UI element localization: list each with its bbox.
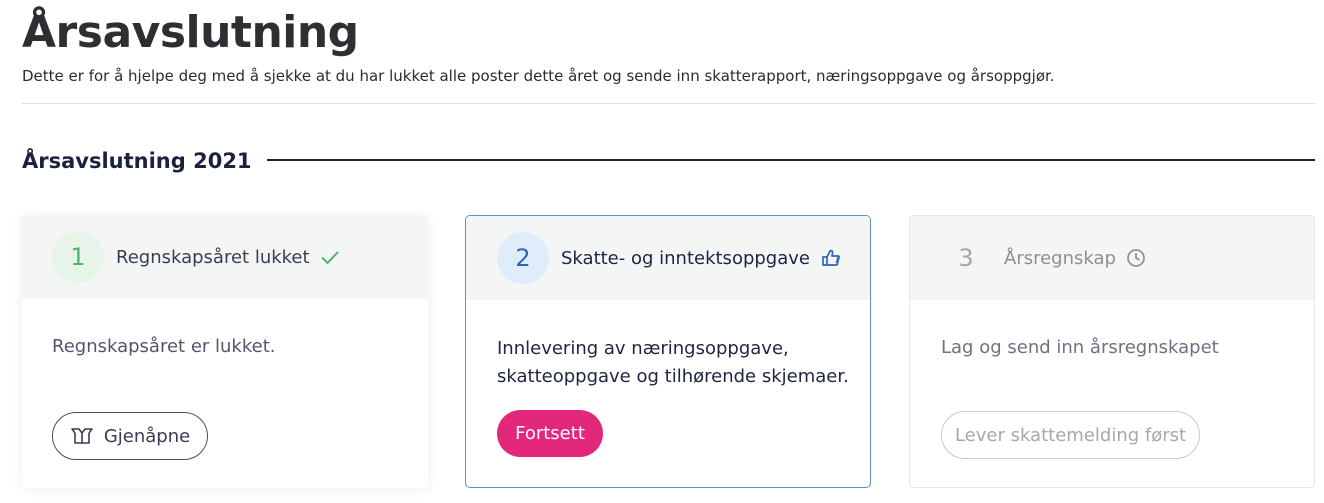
open-box-icon	[70, 426, 94, 446]
clock-icon	[1126, 248, 1146, 268]
reopen-button[interactable]: Gjenåpne	[52, 412, 208, 460]
reopen-button-label: Gjenåpne	[103, 425, 191, 447]
step-title: Årsregnskap	[1004, 247, 1116, 269]
step-card-tax-return: 2 Skatte- og inntektsoppgave Innlevering…	[465, 215, 871, 488]
section-divider	[267, 159, 1315, 161]
step-card-header: 1 Regnskapsåret lukket	[22, 215, 428, 299]
header-divider	[22, 103, 1315, 104]
pointing-hand-icon	[820, 248, 842, 268]
step-description: Innlevering av næringsoppgave, skatteopp…	[497, 338, 849, 387]
step-card-closed-year: 1 Regnskapsåret lukket Regnskapsåret er …	[22, 215, 428, 488]
page-description: Dette er for å hjelpe deg med å sjekke a…	[22, 67, 1055, 85]
step-description: Regnskapsåret er lukket.	[52, 336, 276, 357]
year-end-page: Årsavslutning Dette er for å hjelpe deg …	[0, 0, 1324, 503]
step-description: Lag og send inn årsregnskapet	[941, 337, 1219, 358]
step-number-badge: 2	[497, 232, 549, 284]
checkmark-icon	[320, 249, 340, 265]
step-card-annual-accounts: 3 Årsregnskap Lag og send inn årsregnska…	[909, 215, 1315, 488]
step-number-badge: 3	[958, 244, 974, 272]
page-title: Årsavslutning	[22, 7, 359, 58]
step-title: Regnskapsåret lukket	[116, 246, 310, 268]
step-title: Skatte- og inntektsoppgave	[561, 247, 810, 269]
submit-tax-first-button: Lever skattemelding først	[941, 411, 1200, 459]
section-title: Årsavslutning 2021	[22, 149, 252, 173]
step-number-badge: 1	[52, 231, 104, 283]
step-card-header: 2 Skatte- og inntektsoppgave	[466, 216, 870, 300]
step-card-header: 3 Årsregnskap	[910, 216, 1314, 300]
continue-button[interactable]: Fortsett	[497, 410, 603, 457]
